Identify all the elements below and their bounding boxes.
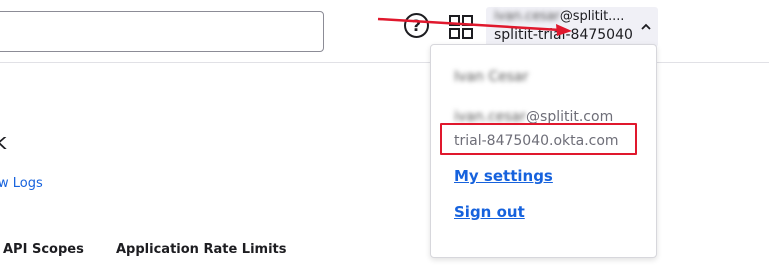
user-menu-button[interactable]: ivan.cesar@splitit.... splitit-trial-847… <box>486 7 658 47</box>
tab-application-rate-limits[interactable]: Application Rate Limits <box>116 242 286 257</box>
dropdown-user-name: Ivan Cesar <box>454 69 529 85</box>
search-input[interactable] <box>0 11 324 52</box>
question-circle-icon: ? <box>411 16 422 35</box>
page: ? ivan.cesar@splitit.... splitit-trial-8… <box>0 0 769 266</box>
help-button[interactable]: ? <box>404 13 429 38</box>
tab-api-scopes[interactable]: API Scopes <box>3 242 84 257</box>
email-blurred-part: ivan.cesar <box>494 9 560 24</box>
my-settings-link[interactable]: My settings <box>454 167 553 185</box>
apps-button[interactable] <box>448 14 474 40</box>
user-menu-email: ivan.cesar@splitit.... <box>494 9 624 24</box>
grid-icon <box>449 15 473 39</box>
sign-out-link[interactable]: Sign out <box>454 203 525 221</box>
page-title: k <box>0 130 7 155</box>
view-logs-link[interactable]: w Logs <box>0 176 43 191</box>
chevron-up-icon <box>641 23 651 30</box>
user-menu-org: splitit-trial-8475040 <box>494 27 633 43</box>
annotation-highlight-box <box>440 123 637 155</box>
user-dropdown-menu: Ivan Cesar ivan.cesar@splitit.com trial-… <box>430 44 657 258</box>
email-visible-part: @splitit.... <box>559 9 625 24</box>
